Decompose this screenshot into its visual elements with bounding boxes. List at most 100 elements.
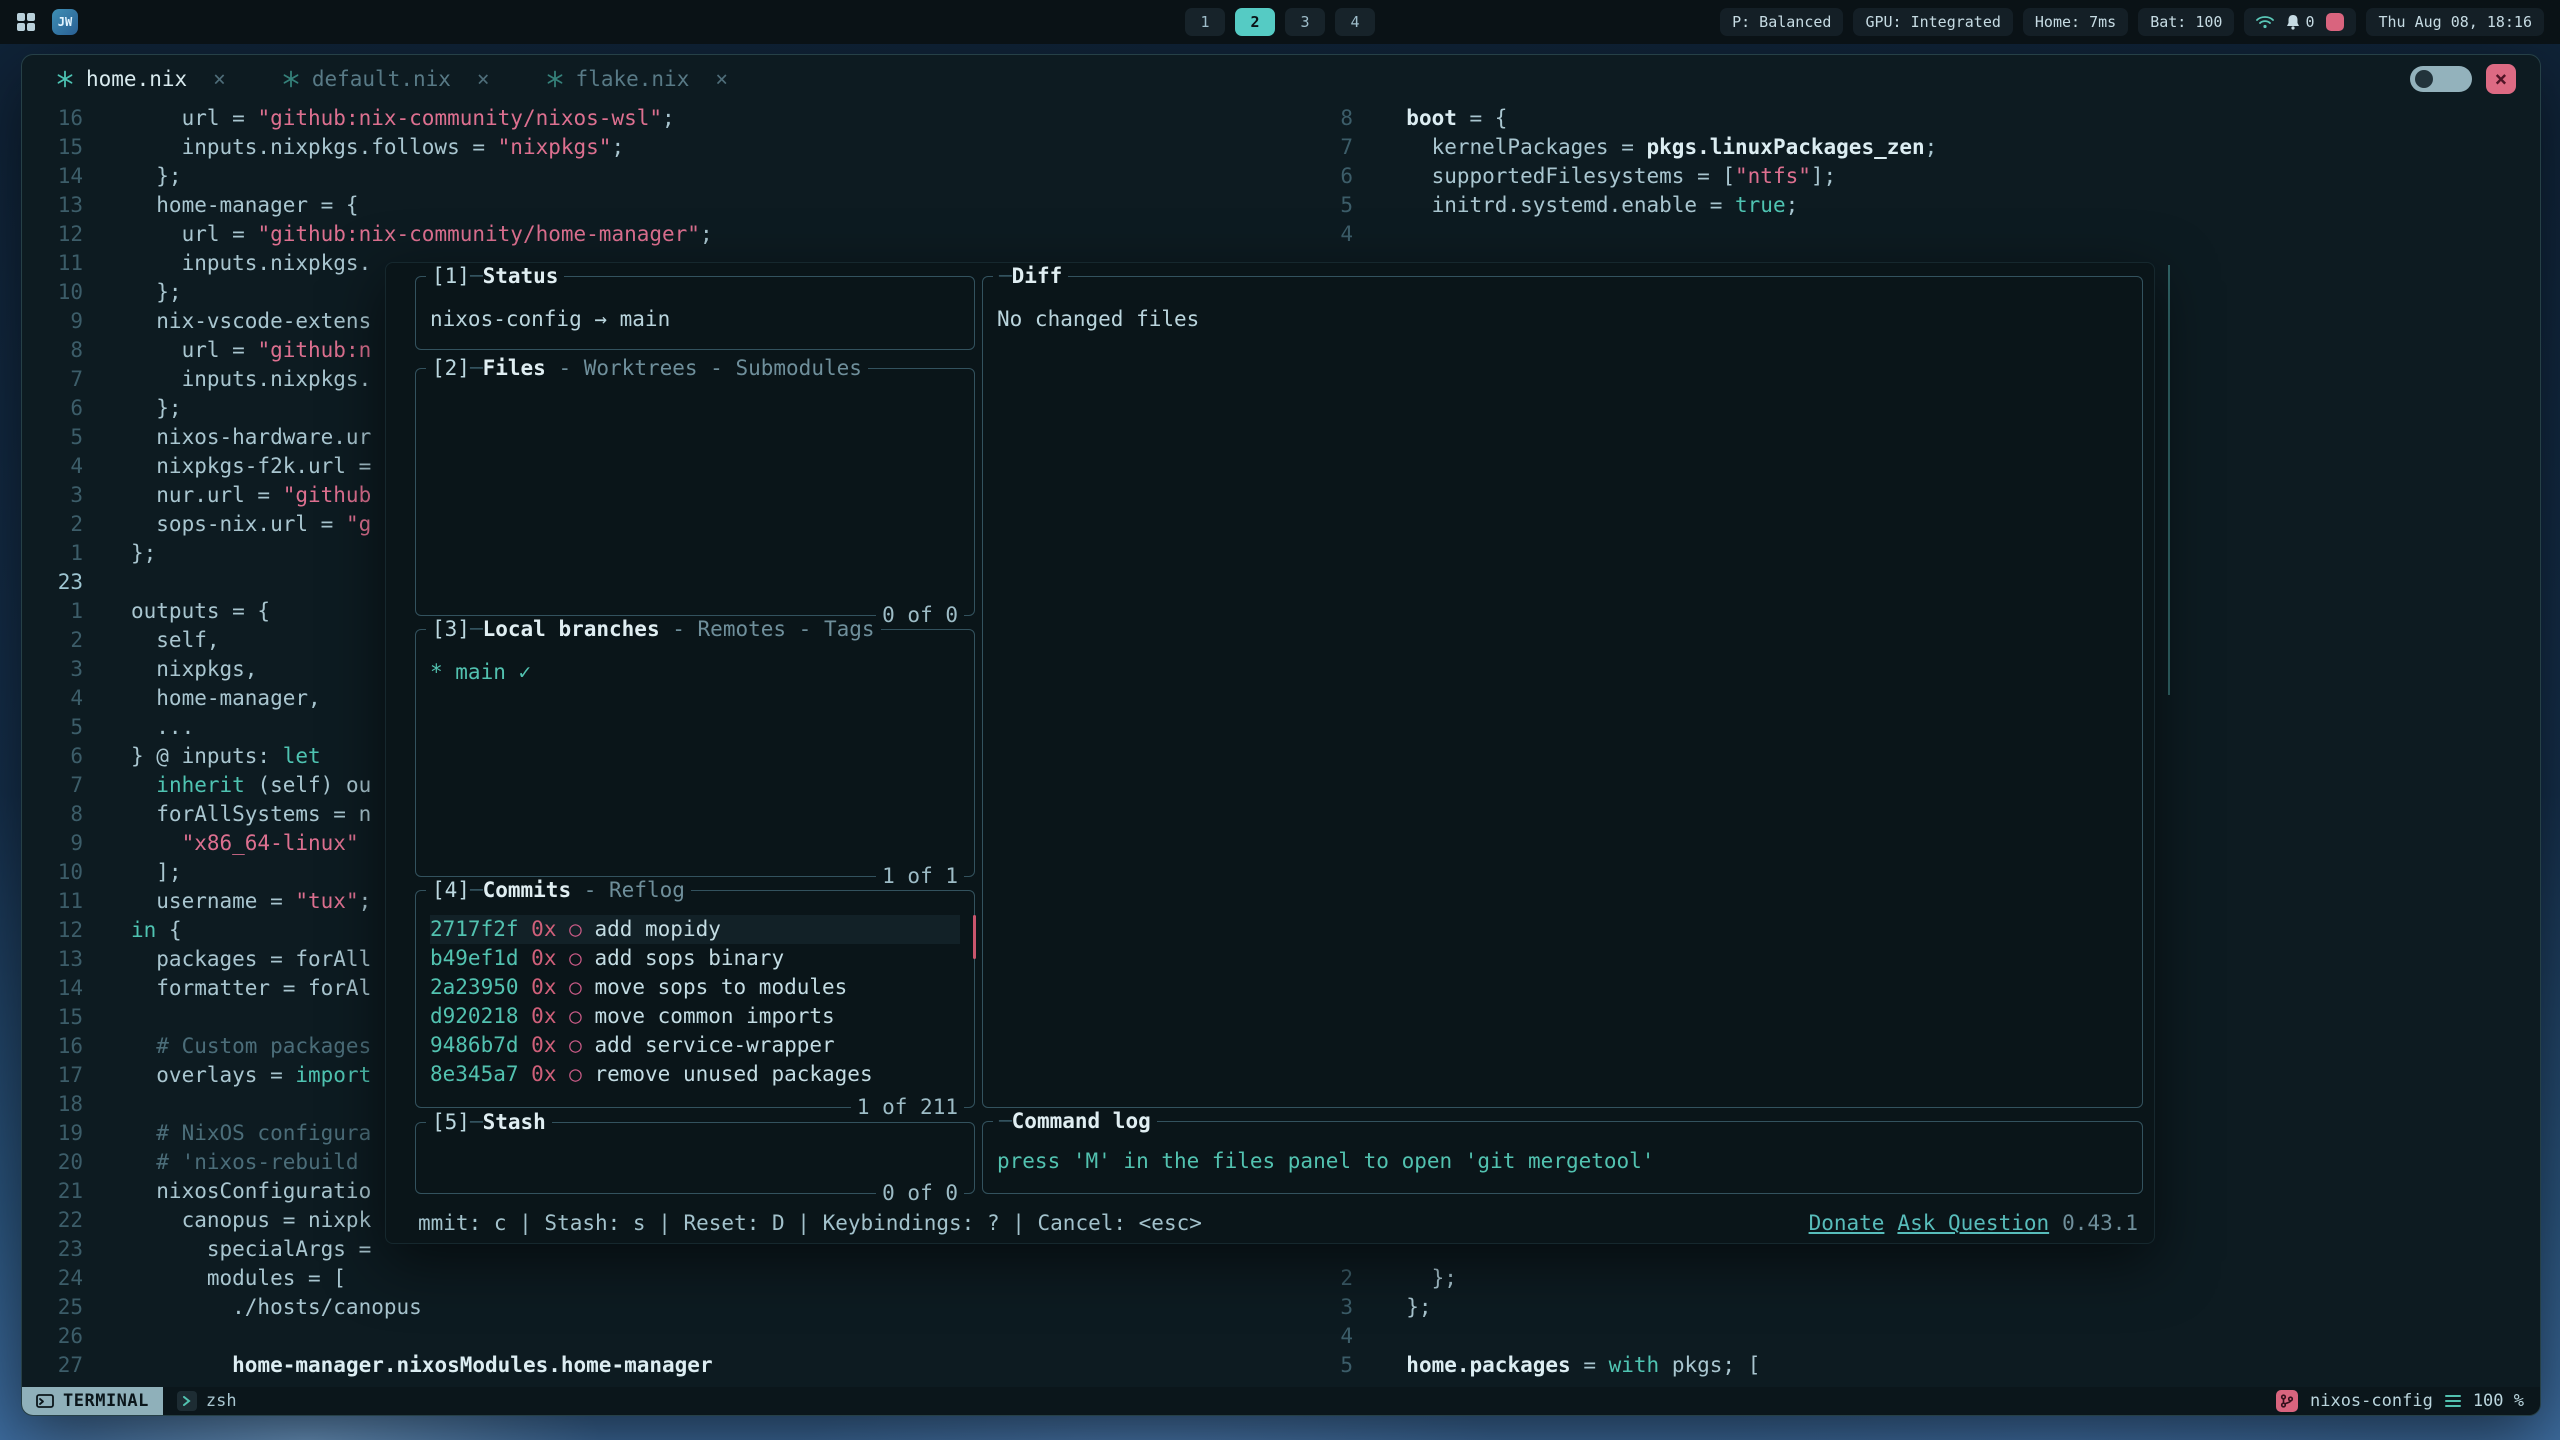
code-line[interactable]: 16 url = "github:nix-community/nixos-wsl… [22, 103, 713, 132]
code-line[interactable]: 24 modules = [ [22, 1263, 713, 1292]
code-line[interactable]: 15 inputs.nixpkgs.follows = "nixpkgs"; [22, 132, 713, 161]
line-number: 5 [1297, 193, 1353, 217]
code-line[interactable]: 5 home.packages = with pkgs; [ [1297, 1350, 2540, 1379]
tab-close-icon[interactable]: × [715, 67, 728, 91]
code-line[interactable]: 4 [1297, 1321, 2540, 1350]
line-number: 21 [22, 1179, 83, 1203]
panel-title: ─Diff [993, 264, 1068, 288]
line-number: 6 [22, 744, 83, 768]
code-text: outputs = { [83, 599, 270, 623]
line-number: 12 [22, 918, 83, 942]
code-text: nixosConfiguratio [83, 1179, 371, 1203]
code-line[interactable]: 4 [1297, 219, 2540, 248]
tray-color-swatch-icon[interactable] [2326, 13, 2344, 31]
line-number: 10 [22, 860, 83, 884]
line-number: 4 [22, 454, 83, 478]
tab-label: home.nix [86, 67, 187, 91]
commit-message: remove unused packages [594, 1062, 872, 1086]
commit-row[interactable]: 9486b7d 0x ○ add service-wrapper [430, 1031, 960, 1060]
commits-scrollbar-thumb[interactable] [973, 915, 976, 959]
code-text: supportedFilesystems = ["ntfs"]; [1353, 164, 1836, 188]
code-text: home.packages = with pkgs; [ [1353, 1353, 1760, 1377]
code-line[interactable]: 6 supportedFilesystems = ["ntfs"]; [1297, 161, 2540, 190]
code-line[interactable]: 8 boot = { [1297, 103, 2540, 132]
status-pill-2: GPU: Integrated [1853, 8, 2012, 36]
code-text: inputs.nixpkgs. [83, 367, 371, 391]
code-text: forAllSystems = n [83, 802, 371, 826]
code-text: }; [83, 541, 156, 565]
workspace-button-3[interactable]: 3 [1285, 8, 1325, 36]
code-line[interactable]: 14 }; [22, 161, 713, 190]
lazygit-command-log-panel[interactable]: ─Command log press 'M' in the files pane… [982, 1121, 2143, 1194]
tab-flake.nix[interactable]: flake.nix× [546, 67, 728, 91]
commit-author: 0x [531, 975, 556, 999]
status-pill-3: Home: 7ms [2023, 8, 2128, 36]
link-donate[interactable]: Donate [1809, 1211, 1885, 1235]
line-number: 8 [22, 338, 83, 362]
workspace-button-2[interactable]: 2 [1235, 8, 1275, 36]
commit-graph-node: ○ [569, 975, 582, 999]
line-number: 15 [22, 135, 83, 159]
code-text: }; [1353, 1295, 1432, 1319]
commit-row[interactable]: 2a23950 0x ○ move sops to modules [430, 973, 960, 1002]
workspace-button-1[interactable]: 1 [1185, 8, 1225, 36]
lazygit-status-panel[interactable]: [1]─Status nixos-config → main [415, 276, 975, 350]
panel-title: ─Command log [993, 1109, 1157, 1133]
top-bar-left: JW [16, 9, 78, 35]
notification-indicator[interactable]: 0 [2286, 13, 2314, 31]
commit-row[interactable]: b49ef1d 0x ○ add sops binary [430, 944, 960, 973]
code-text: "x86_64-linux" [83, 831, 359, 855]
commits-count: 1 of 211 [851, 1095, 964, 1119]
code-text: home-manager = { [83, 193, 359, 217]
lazygit-branches-panel[interactable]: [3]─Local branches - Remotes - Tags * ma… [415, 629, 975, 877]
line-number: 16 [22, 1034, 83, 1058]
commit-row[interactable]: 8e345a7 0x ○ remove unused packages [430, 1060, 960, 1089]
panel-title: [4]─Commits - Reflog [426, 878, 691, 902]
tab-close-icon[interactable]: × [213, 67, 226, 91]
keybinding-hints: mmit: c | Stash: s | Reset: D | Keybindi… [418, 1211, 1202, 1235]
code-line[interactable]: 2 }; [1297, 1263, 2540, 1292]
code-line[interactable]: 27 home-manager.nixosModules.home-manage… [22, 1350, 713, 1379]
status-pill-1: P: Balanced [1720, 8, 1843, 36]
code-line[interactable]: 25 ./hosts/canopus [22, 1292, 713, 1321]
code-text: self, [83, 628, 220, 652]
tab-close-icon[interactable]: × [477, 67, 490, 91]
lazygit-commits-panel[interactable]: [4]─Commits - Reflog 2717f2f 0x ○ add mo… [415, 890, 975, 1108]
code-line[interactable]: 5 initrd.systemd.enable = true; [1297, 190, 2540, 219]
code-text: inputs.nixpkgs. [83, 251, 371, 275]
tab-home.nix[interactable]: home.nix × [56, 67, 226, 91]
shell-indicator[interactable]: zsh [177, 1391, 237, 1411]
link-ask-question[interactable]: Ask Question [1897, 1211, 2049, 1235]
code-text: nixos-hardware.ur [83, 425, 371, 449]
repo-name: nixos-config [2310, 1391, 2433, 1411]
tab-default.nix[interactable]: default.nix× [282, 67, 490, 91]
window-controls: × [2410, 64, 2516, 94]
lazygit-diff-panel[interactable]: ─Diff No changed files [982, 276, 2143, 1108]
workspace-button-4[interactable]: 4 [1335, 8, 1375, 36]
window-toggle-pill[interactable] [2410, 66, 2472, 92]
code-line[interactable]: 3 }; [1297, 1292, 2540, 1321]
line-number: 5 [22, 425, 83, 449]
tab-bar-tabs: home.nix×default.nix×flake.nix× [56, 67, 728, 91]
commit-graph-node: ○ [569, 917, 582, 941]
app-grid-icon[interactable] [16, 12, 36, 32]
lines-icon [2445, 1394, 2461, 1408]
commit-graph-node: ○ [569, 946, 582, 970]
app-badge[interactable]: JW [52, 9, 78, 35]
workspace-switcher: 1234 [1185, 8, 1375, 36]
commit-row[interactable]: d920218 0x ○ move common imports [430, 1002, 960, 1031]
code-line[interactable]: 13 home-manager = { [22, 190, 713, 219]
code-text: nixpkgs, [83, 657, 257, 681]
editor-window: home.nix×default.nix×flake.nix× × 16 url… [21, 54, 2541, 1416]
lazygit-files-panel[interactable]: [2]─Files - Worktrees - Submodules 0 of … [415, 368, 975, 616]
lazygit-stash-panel[interactable]: [5]─Stash 0 of 0 [415, 1122, 975, 1194]
divider-line [2168, 265, 2170, 695]
network-icon[interactable] [2256, 15, 2274, 29]
commit-row[interactable]: 2717f2f 0x ○ add mopidy [430, 915, 960, 944]
code-line[interactable]: 7 kernelPackages = pkgs.linuxPackages_ze… [1297, 132, 2540, 161]
code-line[interactable]: 12 url = "github:nix-community/home-mana… [22, 219, 713, 248]
code-text: ... [83, 715, 194, 739]
code-line[interactable]: 26 [22, 1321, 713, 1350]
window-close-button[interactable]: × [2486, 64, 2516, 94]
line-number: 8 [22, 802, 83, 826]
